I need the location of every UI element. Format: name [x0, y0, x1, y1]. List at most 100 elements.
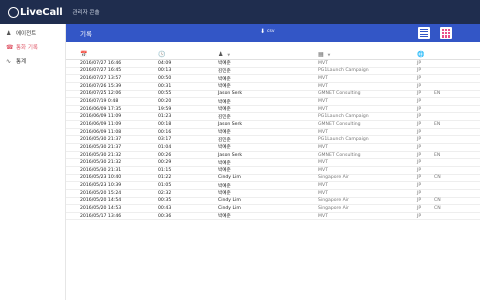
campaign-cell: MVT [318, 183, 328, 189]
date-cell: 2016/05/23 10:39 [80, 183, 122, 189]
date-cell: 2016/07/19 0:48 [80, 99, 119, 105]
date-cell: 2016/05/30 21:32 [80, 152, 122, 158]
table-row[interactable]: 2016/05/30 21:37 03:17 김민준 PG1Launch Campai… [66, 136, 480, 145]
agent-cell: 박예준 [218, 160, 231, 166]
agent-cell: Cindy Lim [218, 205, 241, 211]
agent-cell: 박예준 [218, 84, 231, 90]
clock-icon[interactable]: 🕓 [158, 51, 165, 58]
date-cell: 2016/07/27 16:46 [80, 60, 122, 66]
agent-cell: 박예준 [218, 183, 231, 189]
date-cell: 2016/07/27 13:57 [80, 76, 122, 82]
duration-cell: 00:18 [158, 121, 172, 127]
agent-cell: 김민준 [218, 114, 231, 120]
page-header: 기록 ⬇ csv [66, 24, 480, 42]
agent-cell: Jason Serk [218, 91, 243, 97]
chart-icon: ∿ [6, 57, 12, 65]
language-cell: JP [417, 99, 422, 105]
agent-cell: 박예준 [218, 145, 231, 151]
duration-cell: 01:15 [158, 167, 172, 173]
table-row[interactable]: 2016/07/19 0:48 00:20 박예준 MVT JP [66, 98, 480, 106]
date-cell: 2016/05/30 21:31 [80, 167, 122, 173]
sidebar-item-label: 통화 기록 [16, 45, 38, 51]
sidebar-item-stats[interactable]: ∿ 통계 [0, 54, 65, 68]
agent-cell: 김민준 [218, 68, 231, 74]
table-row[interactable]: 2016/06/09 11:08 00:16 박예준 MVT JP [66, 129, 480, 137]
language-cell: JP [417, 129, 422, 135]
csv-download-button[interactable]: ⬇ csv [260, 28, 275, 35]
table-row[interactable]: 2016/05/30 21:32 00:29 박예준 MVT JP [66, 159, 480, 167]
duration-cell: 00:29 [158, 160, 172, 166]
agent-cell: 박예준 [218, 191, 231, 197]
table-row[interactable]: 2016/07/27 16:46 04:09 박예준 MVT JP [66, 60, 480, 68]
table-row[interactable]: 2016/05/30 21:31 01:15 박예준 MVT JP [66, 167, 480, 175]
campaign-cell: GMNET Consulting [318, 121, 361, 127]
agent-cell: Jason Serk [218, 152, 243, 158]
language-cell: JP [417, 68, 422, 74]
date-cell: 2016/06/09 11:09 [80, 121, 122, 127]
grid-view-button[interactable] [440, 27, 452, 39]
globe-icon[interactable]: 🌐 [417, 51, 424, 58]
duration-cell: 04:09 [158, 60, 172, 66]
campaign-cell: MVT [318, 83, 328, 89]
language-cell: JP [417, 167, 422, 173]
calendar-icon[interactable]: 📅 [80, 51, 87, 58]
table-body: 2016/07/27 16:46 04:09 박예준 MVT JP 2016/07/27 … [66, 60, 480, 221]
building-icon[interactable]: ▦ ▼ [318, 51, 330, 58]
table-row[interactable]: 2016/05/20 14:53 00:43 Cindy Lim Singapore … [66, 205, 480, 213]
table-row[interactable]: 2016/07/25 12:06 00:55 Jason Serk GMNET Con… [66, 91, 480, 99]
agent-cell: 박예준 [218, 214, 231, 220]
table-row[interactable]: 2016/05/23 10:39 01:05 박예준 MVT JP [66, 182, 480, 190]
language-cell: JP [417, 198, 422, 204]
list-view-button[interactable] [418, 27, 430, 39]
table-header: 📅 🕓 ♟ ▼ ▦ ▼ 🌐 [66, 50, 480, 60]
duration-cell: 01:23 [158, 114, 172, 120]
agent-cell: Jason Serk [218, 121, 243, 127]
sidebar-item-label: 에이전트 [16, 31, 37, 37]
duration-cell: 01:05 [158, 183, 172, 189]
logo-mark-icon [8, 6, 19, 18]
main-panel: 기록 ⬇ csv 📅 🕓 ♟ ▼ ▦ ▼ 🌐 2016/07/27 16:46 04:… [66, 24, 480, 300]
duration-cell: 03:17 [158, 137, 172, 143]
table-row[interactable]: 2016/07/27 13:57 00:50 박예준 MVT JP [66, 75, 480, 83]
campaign-cell: MVT [318, 213, 328, 219]
table-row[interactable]: 2016/05/30 21:37 01:04 박예준 MVT JP [66, 144, 480, 152]
language-cell: JP [417, 121, 422, 127]
table-row[interactable]: 2016/05/20 15:24 02:32 박예준 MVT JP [66, 190, 480, 198]
logo[interactable]: LiveCall [8, 0, 63, 24]
table-row[interactable]: 2016/05/23 10:40 01:22 Cindy Lim Singapore … [66, 175, 480, 183]
duration-cell: 19:59 [158, 106, 172, 112]
duration-cell: 00:35 [158, 198, 172, 204]
secondary-language-cell: EN [434, 91, 441, 97]
secondary-language-cell: EN [434, 152, 441, 158]
language-cell: JP [417, 137, 422, 143]
table-row[interactable]: 2016/05/30 21:32 00:26 Jason Serk GMNET Con… [66, 152, 480, 160]
csv-label: csv [267, 29, 275, 34]
language-cell: JP [417, 91, 422, 97]
secondary-language-cell: CN [434, 205, 441, 211]
sidebar-item-agents[interactable]: ♟ 에이전트 [0, 26, 65, 40]
sidebar-item-call-history[interactable]: ☎ 통화 기록 [0, 40, 65, 54]
call-history-table: 📅 🕓 ♟ ▼ ▦ ▼ 🌐 2016/07/27 16:46 04:09 박예준 MVT J… [66, 50, 480, 221]
language-cell: JP [417, 83, 422, 89]
duration-cell: 00:31 [158, 83, 172, 89]
secondary-language-cell: CN [434, 198, 441, 204]
campaign-cell: MVT [318, 144, 328, 150]
date-cell: 2016/07/27 16:45 [80, 68, 122, 74]
table-row[interactable]: 2016/07/26 15:39 00:31 박예준 MVT JP [66, 83, 480, 91]
campaign-cell: MVT [318, 60, 328, 66]
table-row[interactable]: 2016/06/09 17:35 19:59 박예준 MVT JP [66, 106, 480, 114]
duration-cell: 00:20 [158, 99, 172, 105]
table-row[interactable]: 2016/06/09 11:09 00:18 Jason Serk GMNET Con… [66, 121, 480, 129]
date-cell: 2016/07/26 15:39 [80, 83, 122, 89]
duration-cell: 01:04 [158, 144, 172, 150]
table-row[interactable]: 2016/06/09 11:09 01:23 김민준 PG1Launch Campai… [66, 113, 480, 122]
table-row[interactable]: 2016/07/27 16:45 00:13 김민준 PG1Launch Campai… [66, 68, 480, 76]
duration-cell: 00:16 [158, 129, 172, 135]
language-cell: JP [417, 144, 422, 150]
table-row[interactable]: 2016/05/20 14:54 00:35 Cindy Lim Singapore … [66, 198, 480, 206]
person-icon[interactable]: ♟ ▼ [218, 51, 230, 58]
campaign-cell: Singapore Air [318, 205, 349, 211]
campaign-cell: PG1Launch Campaign [318, 114, 369, 120]
duration-cell: 00:50 [158, 76, 172, 82]
table-row[interactable]: 2016/05/17 13:46 00:36 박예준 MVT JP [66, 213, 480, 221]
